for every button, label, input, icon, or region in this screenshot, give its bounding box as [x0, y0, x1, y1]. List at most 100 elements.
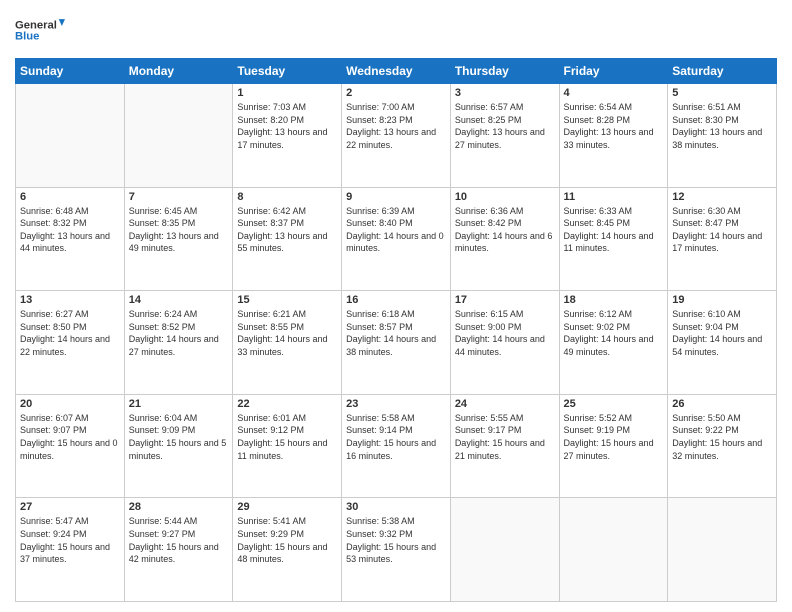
calendar-table: SundayMondayTuesdayWednesdayThursdayFrid… [15, 58, 777, 602]
calendar-cell: 21 Sunrise: 6:04 AM Sunset: 9:09 PM Dayli… [124, 394, 233, 498]
day-number: 19 [672, 294, 772, 306]
day-info: Sunrise: 6:33 AM Sunset: 8:45 PM Dayligh… [564, 205, 664, 255]
day-number: 27 [20, 501, 120, 513]
weekday-header: Wednesday [342, 59, 451, 84]
weekday-header: Tuesday [233, 59, 342, 84]
calendar-cell: 9Sunrise: 6:39 AM Sunset: 8:40 PM Daylig… [342, 187, 451, 291]
day-info: Sunrise: 6:15 AM Sunset: 9:00 PM Dayligh… [455, 308, 555, 358]
header: General Blue [15, 10, 777, 50]
day-info: Sunrise: 5:44 AM Sunset: 9:27 PM Dayligh… [129, 515, 229, 565]
day-number: 13 [20, 294, 120, 306]
day-info: Sunrise: 5:58 AM Sunset: 9:14 PM Dayligh… [346, 412, 446, 462]
day-number: 7 [129, 191, 229, 203]
day-info: Sunrise: 6:45 AM Sunset: 8:35 PM Dayligh… [129, 205, 229, 255]
calendar-cell [16, 84, 125, 188]
calendar-cell: 25 Sunrise: 5:52 AM Sunset: 9:19 PM Dayli… [559, 394, 668, 498]
day-info: Sunrise: 6:48 AM Sunset: 8:32 PM Dayligh… [20, 205, 120, 255]
calendar-cell [559, 498, 668, 602]
day-number: 16 [346, 294, 446, 306]
day-info: Sunrise: 6:27 AM Sunset: 8:50 PM Dayligh… [20, 308, 120, 358]
day-number: 14 [129, 294, 229, 306]
calendar-cell: 23Sunrise: 5:58 AM Sunset: 9:14 PM Dayli… [342, 394, 451, 498]
weekday-header-row: SundayMondayTuesdayWednesdayThursdayFrid… [16, 59, 777, 84]
calendar-cell: 5Sunrise: 6:51 AM Sunset: 8:30 PM Daylig… [668, 84, 777, 188]
calendar-cell: 12 Sunrise: 6:30 AM Sunset: 8:47 PM Dayli… [668, 187, 777, 291]
calendar-week-row: 27 Sunrise: 5:47 AM Sunset: 9:24 PM Dayli… [16, 498, 777, 602]
day-number: 18 [564, 294, 664, 306]
day-info: Sunrise: 6:21 AM Sunset: 8:55 PM Dayligh… [237, 308, 337, 358]
svg-text:Blue: Blue [15, 31, 39, 43]
day-number: 17 [455, 294, 555, 306]
day-info: Sunrise: 7:03 AM Sunset: 8:20 PM Dayligh… [237, 101, 337, 151]
day-info: Sunrise: 6:57 AM Sunset: 8:25 PM Dayligh… [455, 101, 555, 151]
calendar-cell [124, 84, 233, 188]
calendar-cell: 19 Sunrise: 6:10 AM Sunset: 9:04 PM Dayli… [668, 291, 777, 395]
day-info: Sunrise: 6:39 AM Sunset: 8:40 PM Dayligh… [346, 205, 446, 255]
day-number: 12 [672, 191, 772, 203]
day-info: Sunrise: 6:04 AM Sunset: 9:09 PM Dayligh… [129, 412, 229, 462]
calendar-cell: 13 Sunrise: 6:27 AM Sunset: 8:50 PM Dayli… [16, 291, 125, 395]
calendar-cell: 26 Sunrise: 5:50 AM Sunset: 9:22 PM Dayli… [668, 394, 777, 498]
calendar-week-row: 6 Sunrise: 6:48 AM Sunset: 8:32 PM Daylig… [16, 187, 777, 291]
day-info: Sunrise: 6:24 AM Sunset: 8:52 PM Dayligh… [129, 308, 229, 358]
calendar-cell: 30Sunrise: 5:38 AM Sunset: 9:32 PM Dayli… [342, 498, 451, 602]
day-info: Sunrise: 5:47 AM Sunset: 9:24 PM Dayligh… [20, 515, 120, 565]
calendar-cell: 27 Sunrise: 5:47 AM Sunset: 9:24 PM Dayli… [16, 498, 125, 602]
day-info: Sunrise: 5:41 AM Sunset: 9:29 PM Dayligh… [237, 515, 337, 565]
day-number: 4 [564, 87, 664, 99]
day-info: Sunrise: 6:10 AM Sunset: 9:04 PM Dayligh… [672, 308, 772, 358]
day-info: Sunrise: 6:18 AM Sunset: 8:57 PM Dayligh… [346, 308, 446, 358]
calendar-cell: 24 Sunrise: 5:55 AM Sunset: 9:17 PM Dayli… [450, 394, 559, 498]
day-number: 6 [20, 191, 120, 203]
calendar-cell: 18 Sunrise: 6:12 AM Sunset: 9:02 PM Dayli… [559, 291, 668, 395]
day-info: Sunrise: 6:36 AM Sunset: 8:42 PM Dayligh… [455, 205, 555, 255]
day-info: Sunrise: 6:42 AM Sunset: 8:37 PM Dayligh… [237, 205, 337, 255]
calendar-cell: 7 Sunrise: 6:45 AM Sunset: 8:35 PM Daylig… [124, 187, 233, 291]
day-number: 25 [564, 398, 664, 410]
day-number: 26 [672, 398, 772, 410]
weekday-header: Sunday [16, 59, 125, 84]
day-number: 1 [237, 87, 337, 99]
calendar-cell: 8Sunrise: 6:42 AM Sunset: 8:37 PM Daylig… [233, 187, 342, 291]
calendar-cell: 10 Sunrise: 6:36 AM Sunset: 8:42 PM Dayli… [450, 187, 559, 291]
day-info: Sunrise: 5:52 AM Sunset: 9:19 PM Dayligh… [564, 412, 664, 462]
day-number: 24 [455, 398, 555, 410]
calendar-cell: 2 Sunrise: 7:00 AM Sunset: 8:23 PM Daylig… [342, 84, 451, 188]
day-info: Sunrise: 6:01 AM Sunset: 9:12 PM Dayligh… [237, 412, 337, 462]
calendar-cell: 16 Sunrise: 6:18 AM Sunset: 8:57 PM Dayli… [342, 291, 451, 395]
page: General Blue SundayMondayTuesdayWednesda… [0, 0, 792, 612]
day-info: Sunrise: 6:30 AM Sunset: 8:47 PM Dayligh… [672, 205, 772, 255]
calendar-cell: 1 Sunrise: 7:03 AM Sunset: 8:20 PM Daylig… [233, 84, 342, 188]
day-number: 29 [237, 501, 337, 513]
calendar-cell: 14 Sunrise: 6:24 AM Sunset: 8:52 PM Dayli… [124, 291, 233, 395]
day-info: Sunrise: 5:55 AM Sunset: 9:17 PM Dayligh… [455, 412, 555, 462]
day-number: 3 [455, 87, 555, 99]
day-info: Sunrise: 6:12 AM Sunset: 9:02 PM Dayligh… [564, 308, 664, 358]
calendar-week-row: 13 Sunrise: 6:27 AM Sunset: 8:50 PM Dayli… [16, 291, 777, 395]
calendar-week-row: 1 Sunrise: 7:03 AM Sunset: 8:20 PM Daylig… [16, 84, 777, 188]
day-info: Sunrise: 7:00 AM Sunset: 8:23 PM Dayligh… [346, 101, 446, 151]
calendar-cell: 4Sunrise: 6:54 AM Sunset: 8:28 PM Daylig… [559, 84, 668, 188]
weekday-header: Thursday [450, 59, 559, 84]
day-number: 11 [564, 191, 664, 203]
day-number: 10 [455, 191, 555, 203]
day-number: 20 [20, 398, 120, 410]
calendar-cell: 6 Sunrise: 6:48 AM Sunset: 8:32 PM Daylig… [16, 187, 125, 291]
calendar-cell: 15 Sunrise: 6:21 AM Sunset: 8:55 PM Dayli… [233, 291, 342, 395]
logo: General Blue [15, 10, 65, 50]
day-number: 15 [237, 294, 337, 306]
day-info: Sunrise: 5:38 AM Sunset: 9:32 PM Dayligh… [346, 515, 446, 565]
calendar-cell [668, 498, 777, 602]
calendar-cell: 20Sunrise: 6:07 AM Sunset: 9:07 PM Dayli… [16, 394, 125, 498]
day-number: 2 [346, 87, 446, 99]
calendar-cell: 29 Sunrise: 5:41 AM Sunset: 9:29 PM Dayli… [233, 498, 342, 602]
day-info: Sunrise: 5:50 AM Sunset: 9:22 PM Dayligh… [672, 412, 772, 462]
calendar-cell: 17 Sunrise: 6:15 AM Sunset: 9:00 PM Dayli… [450, 291, 559, 395]
day-number: 22 [237, 398, 337, 410]
day-number: 28 [129, 501, 229, 513]
weekday-header: Friday [559, 59, 668, 84]
logo-svg: General Blue [15, 10, 65, 50]
weekday-header: Monday [124, 59, 233, 84]
weekday-header: Saturday [668, 59, 777, 84]
day-number: 21 [129, 398, 229, 410]
